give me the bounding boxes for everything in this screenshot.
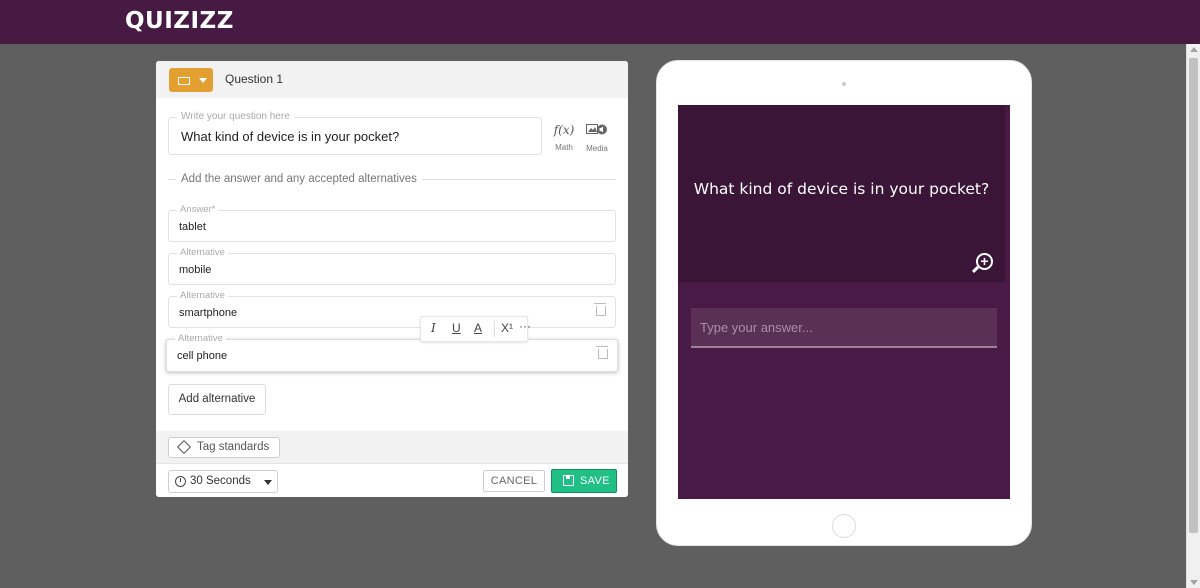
tag-standards-button[interactable]: Tag standards	[168, 437, 280, 458]
time-limit-select[interactable]: 30 Seconds	[168, 470, 278, 493]
page-scrollbar[interactable]	[1186, 44, 1200, 588]
underline-button[interactable]: U	[452, 321, 461, 335]
answers-heading: Add the answer and any accepted alternat…	[176, 173, 422, 185]
zoom-in-icon[interactable]: +	[976, 253, 993, 270]
top-bar: QUIZIZZ	[0, 0, 1200, 44]
answer-placeholder: Type your answer...	[700, 320, 813, 335]
save-icon	[563, 475, 574, 486]
fill-in-blank-icon	[178, 77, 190, 85]
math-button[interactable]: f(x) Math	[549, 123, 579, 152]
superscript-button[interactable]: X¹	[501, 321, 513, 335]
save-label: SAVE	[580, 475, 610, 487]
alternative-value[interactable]: mobile	[179, 264, 211, 276]
camera-dot	[842, 82, 846, 86]
quizizz-logo[interactable]: QUIZIZZ	[125, 8, 234, 34]
answer-value[interactable]: tablet	[179, 221, 206, 233]
math-label: Math	[555, 143, 573, 152]
media-icon	[586, 124, 608, 140]
tag-standards-label: Tag standards	[197, 441, 270, 453]
save-button[interactable]: SAVE	[551, 469, 617, 493]
editor-footer: 30 Seconds CANCEL SAVE	[156, 463, 628, 497]
alternative-field-active[interactable]: Alternative cell phone	[166, 333, 618, 372]
math-icon: f(x)	[553, 123, 575, 137]
cancel-button[interactable]: CANCEL	[483, 470, 545, 492]
add-alternative-button[interactable]: Add alternative	[168, 384, 266, 415]
alternative-label: Alternative	[177, 247, 228, 258]
answer-field[interactable]: Answer* tablet	[168, 204, 616, 242]
alternative-value[interactable]: cell phone	[177, 350, 227, 362]
question-type-dropdown[interactable]	[169, 68, 213, 92]
italic-button[interactable]: I	[431, 321, 436, 335]
editor-header: Question 1	[156, 61, 628, 98]
clock-icon	[175, 476, 186, 487]
alternative-value[interactable]: smartphone	[179, 307, 237, 319]
preview-answer-input[interactable]: Type your answer...	[691, 308, 997, 348]
preview-question-text: What kind of device is in your pocket?	[693, 180, 990, 198]
tablet-preview: What kind of device is in your pocket? +…	[656, 60, 1032, 546]
question-editor: Question 1 Write your question here What…	[156, 61, 628, 497]
preview-screen: What kind of device is in your pocket? +…	[678, 105, 1010, 499]
answer-label: Answer*	[177, 204, 219, 215]
home-button	[832, 514, 856, 538]
scroll-down-icon[interactable]	[1190, 580, 1198, 585]
tag-bar: Tag standards	[156, 431, 628, 463]
alternative-label: Alternative	[175, 333, 226, 344]
question-text[interactable]: What kind of device is in your pocket?	[181, 129, 399, 144]
trash-icon[interactable]	[596, 346, 608, 359]
media-button[interactable]: Media	[582, 123, 612, 153]
question-field-label: Write your question here	[177, 111, 294, 122]
chevron-down-icon	[199, 78, 207, 83]
alternative-field[interactable]: Alternative smartphone	[168, 290, 616, 328]
more-options-button[interactable]: ···	[519, 319, 531, 333]
preview-question-panel: What kind of device is in your pocket? +	[678, 105, 1005, 282]
trash-icon[interactable]	[594, 303, 606, 316]
question-text-field[interactable]: Write your question here What kind of de…	[168, 111, 542, 155]
tag-icon	[176, 439, 192, 455]
format-toolbar: I U A X¹ ···	[420, 316, 531, 342]
toolbar-separator	[494, 321, 495, 337]
text-color-button[interactable]: A	[474, 321, 482, 335]
alternative-label: Alternative	[177, 290, 228, 301]
chevron-down-icon	[264, 480, 272, 485]
scrollbar-thumb[interactable]	[1189, 58, 1198, 533]
alternative-field[interactable]: Alternative mobile	[168, 247, 616, 285]
time-limit-value: 30 Seconds	[190, 475, 251, 487]
media-label: Media	[586, 144, 608, 153]
question-number-title: Question 1	[225, 72, 284, 86]
scroll-up-icon[interactable]	[1190, 47, 1198, 52]
